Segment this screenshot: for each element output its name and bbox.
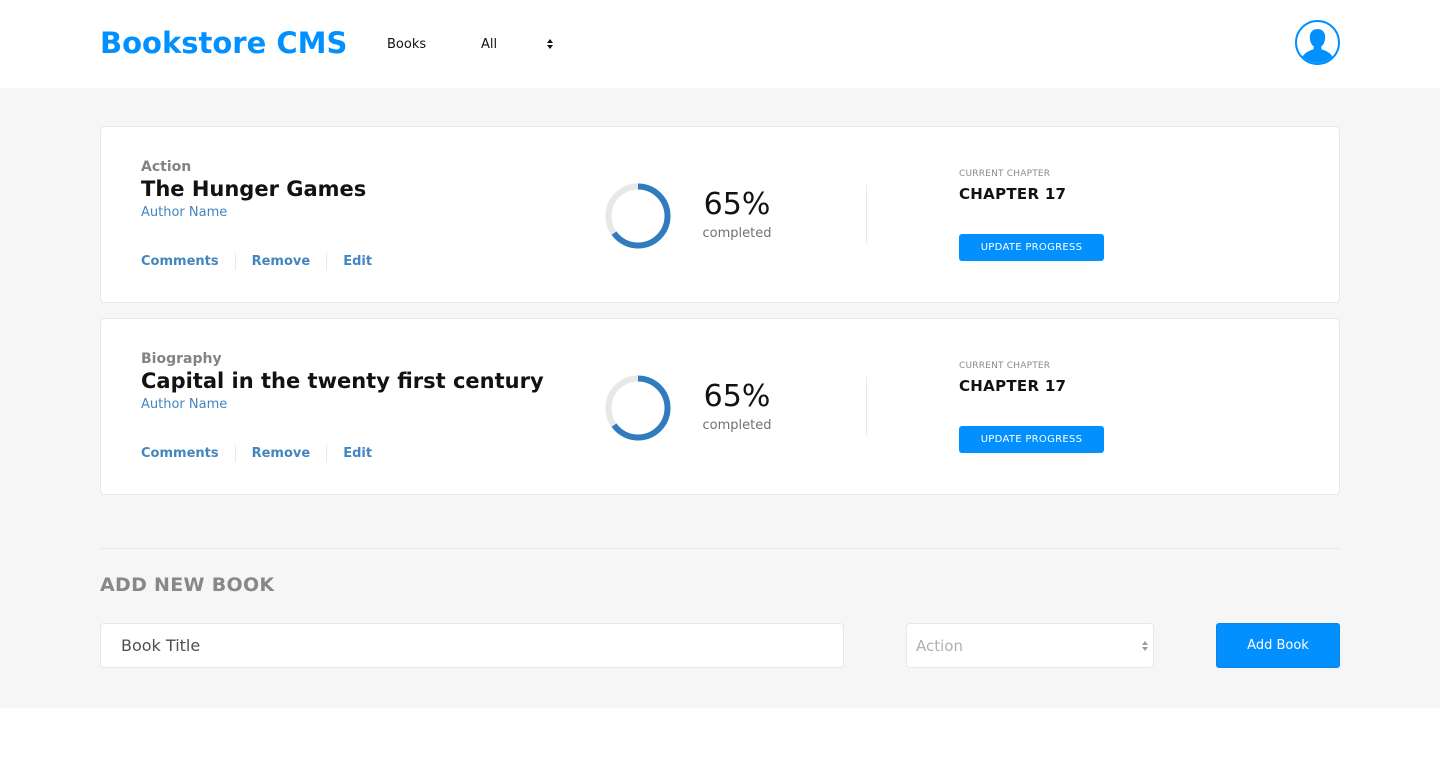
- book-title: The Hunger Games: [141, 177, 367, 201]
- update-progress-button[interactable]: UPDATE PROGRESS: [959, 234, 1104, 261]
- progress-percent: 65%: [703, 379, 771, 414]
- comments-button[interactable]: Comments: [141, 254, 219, 269]
- action-divider: [234, 445, 236, 462]
- progress-percent: 65%: [703, 187, 771, 222]
- book-genre: Biography: [141, 351, 222, 367]
- app-logo[interactable]: Bookstore CMS: [100, 26, 347, 60]
- progress-ring: [605, 375, 671, 441]
- book-title-input[interactable]: [100, 623, 844, 668]
- page-bottom-area: [0, 708, 1440, 766]
- remove-button[interactable]: Remove: [252, 254, 311, 269]
- remove-button[interactable]: Remove: [252, 446, 311, 461]
- category-filter-value: All: [481, 37, 498, 52]
- vertical-divider: [866, 185, 867, 243]
- main-content: Action The Hunger Games Author Name Comm…: [0, 88, 1440, 708]
- action-divider: [234, 253, 236, 270]
- add-book-heading: ADD NEW BOOK: [100, 574, 275, 596]
- update-progress-button[interactable]: UPDATE PROGRESS: [959, 426, 1104, 453]
- comments-button[interactable]: Comments: [141, 446, 219, 461]
- book-card: Action The Hunger Games Author Name Comm…: [100, 126, 1340, 303]
- category-filter-select[interactable]: All: [481, 37, 561, 53]
- book-author[interactable]: Author Name: [141, 205, 227, 220]
- current-chapter-value: CHAPTER 17: [959, 377, 1067, 395]
- header: Bookstore CMS Books All: [0, 0, 1440, 88]
- current-chapter-label: CURRENT CHAPTER: [959, 169, 1051, 179]
- book-actions: Comments Remove Edit: [141, 445, 372, 462]
- progress-completed-label: completed: [702, 418, 772, 433]
- action-divider: [326, 445, 328, 462]
- edit-button[interactable]: Edit: [343, 446, 372, 461]
- nav-books-link[interactable]: Books: [387, 37, 426, 52]
- book-author[interactable]: Author Name: [141, 397, 227, 412]
- user-silhouette-icon: [1302, 29, 1333, 63]
- add-book-button[interactable]: Add Book: [1216, 623, 1340, 668]
- edit-button[interactable]: Edit: [343, 254, 372, 269]
- sort-arrows-icon: [1142, 641, 1148, 651]
- action-divider: [326, 253, 328, 270]
- progress-completed-label: completed: [702, 226, 772, 241]
- book-genre: Action: [141, 159, 192, 175]
- book-card: Biography Capital in the twenty first ce…: [100, 318, 1340, 495]
- current-chapter-value: CHAPTER 17: [959, 185, 1067, 203]
- category-select-value: Action: [916, 637, 963, 655]
- current-chapter-label: CURRENT CHAPTER: [959, 361, 1051, 371]
- category-select[interactable]: Action: [906, 623, 1154, 668]
- book-actions: Comments Remove Edit: [141, 253, 372, 270]
- sort-arrows-icon: [547, 39, 553, 49]
- vertical-divider: [866, 377, 867, 435]
- progress-ring: [605, 183, 671, 249]
- book-title: Capital in the twenty first century: [141, 369, 544, 393]
- section-divider: [100, 548, 1340, 549]
- user-avatar-button[interactable]: [1295, 20, 1340, 65]
